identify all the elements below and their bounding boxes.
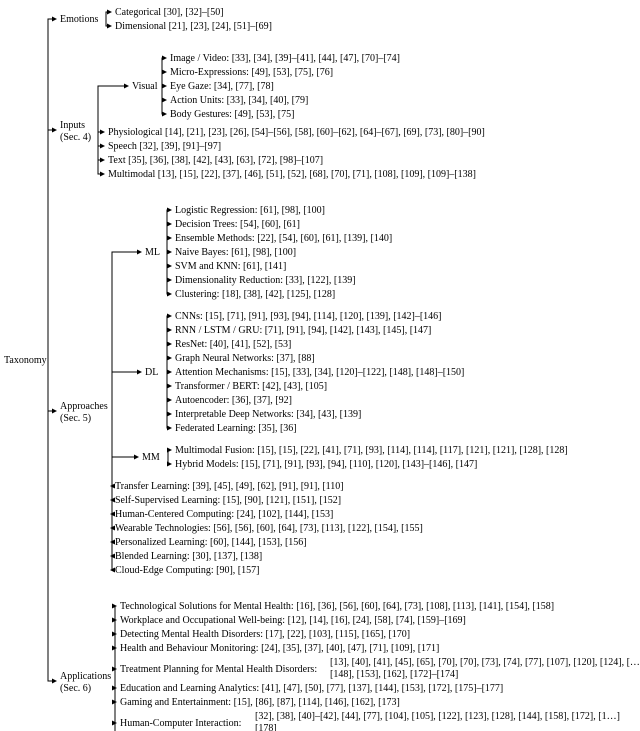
applications-item: Detecting Mental Health Disorders: [17],… [120,629,410,640]
emotions-item: Dimensional [21], [23], [24], [51]–[69] [115,21,272,32]
approaches-other-item: Wearable Technologies: [56], [56], [60],… [115,523,423,534]
root-label: Taxonomy [4,355,47,366]
approaches-ml-item: Decision Trees: [54], [60], [61] [175,219,300,230]
approaches-dl-item: Transformer / BERT: [42], [43], [105] [175,381,327,392]
approaches-other-item: Blended Learning: [30], [137], [138] [115,551,262,562]
approaches-ml-item: Logistic Regression: [61], [98], [100] [175,205,325,216]
approaches-dl-item: Autoencoder: [36], [37], [92] [175,395,292,406]
approaches-dl-item: ResNet: [40], [41], [52], [53] [175,339,291,350]
applications-hci-line1: [32], [38], [40]–[42], [44], [77], [104]… [255,711,620,722]
applications-treatment-line2: [148], [153], [162], [172]–[174] [330,669,458,680]
approaches-other-item: Transfer Learning: [39], [45], [49], [62… [115,481,344,492]
inputs-visual-item: Body Gestures: [49], [53], [75] [170,109,294,120]
approaches-ml-item: Ensemble Methods: [22], [54], [60], [61]… [175,233,392,244]
approaches-dl-title: DL [145,367,158,378]
approaches-ml-item: Clustering: [18], [38], [42], [125], [12… [175,289,335,300]
inputs-visual-item: Micro-Expressions: [49], [53], [75], [76… [170,67,333,78]
emotions-item: Categorical [30], [32]–[50] [115,7,224,18]
approaches-dl-item: Federated Learning: [35], [36] [175,423,297,434]
approaches-other-item: Personalized Learning: [60], [144], [153… [115,537,307,548]
inputs-other-item: Text [35], [36], [38], [42], [43], [63],… [108,155,323,166]
inputs-visual-item: Eye Gaze: [34], [77], [78] [170,81,274,92]
applications-item: Education and Learning Analytics: [41], … [120,683,503,694]
emotions-title: Emotions [60,14,98,25]
approaches-dl-item: Graph Neural Networks: [37], [88] [175,353,315,364]
inputs-subtitle: (Sec. 4) [60,132,91,143]
approaches-mm-title: MM [142,452,160,463]
applications-item: Technological Solutions for Mental Healt… [120,601,554,612]
inputs-title: Inputs [60,120,85,131]
inputs-other-item: Multimodal [13], [15], [22], [37], [46],… [108,169,476,180]
approaches-ml-item: Naive Bayes: [61], [98], [100] [175,247,296,258]
approaches-dl-item: Attention Mechanisms: [15], [33], [34], … [175,367,464,378]
approaches-mm-item: Hybrid Models: [15], [71], [91], [93], [… [175,459,477,470]
approaches-ml-item: SVM and KNN: [61], [141] [175,261,286,272]
approaches-other-item: Self-Supervised Learning: [15], [90], [1… [115,495,341,506]
applications-treatment-line1: [13], [40], [41], [45], [65], [70], [70]… [330,657,640,668]
inputs-visual-item: Image / Video: [33], [34], [39]–[41], [4… [170,53,400,64]
approaches-dl-item: RNN / LSTM / GRU: [71], [91], [94], [142… [175,325,431,336]
applications-item: Health and Behaviour Monitoring: [24], [… [120,643,439,654]
inputs-visual-item: Action Units: [33], [34], [40], [79] [170,95,308,106]
approaches-mm-item: Multimodal Fusion: [15], [15], [22], [41… [175,445,568,456]
approaches-other-item: Human-Centered Computing: [24], [102], [… [115,509,333,520]
approaches-title: Approaches [60,401,108,412]
approaches-subtitle: (Sec. 5) [60,413,91,424]
approaches-ml-title: ML [145,247,160,258]
applications-hci-label: Human-Computer Interaction: [120,718,241,729]
applications-subtitle: (Sec. 6) [60,683,91,694]
inputs-other-item: Speech [32], [39], [91]–[97] [108,141,221,152]
approaches-dl-item: Interpretable Deep Networks: [34], [43],… [175,409,361,420]
applications-item: Gaming and Entertainment: [15], [86], [8… [120,697,400,708]
inputs-other-item: Physiological [14], [21], [23], [26], [5… [108,127,485,138]
applications-hci-line2: [178] [255,723,277,731]
inputs-visual-title: Visual [132,81,158,92]
applications-treatment-label: Treatment Planning for Mental Health Dis… [120,664,317,675]
approaches-other-item: Cloud-Edge Computing: [90], [157] [115,565,259,576]
applications-title: Applications [60,671,111,682]
approaches-dl-item: CNNs: [15], [71], [91], [93], [94], [114… [175,311,442,322]
approaches-ml-item: Dimensionality Reduction: [33], [122], [… [175,275,356,286]
taxonomy-diagram: Taxonomy Categorical [30], [32]–[50] Dimen… [0,0,640,731]
applications-item: Workplace and Occupational Well-being: [… [120,615,466,626]
